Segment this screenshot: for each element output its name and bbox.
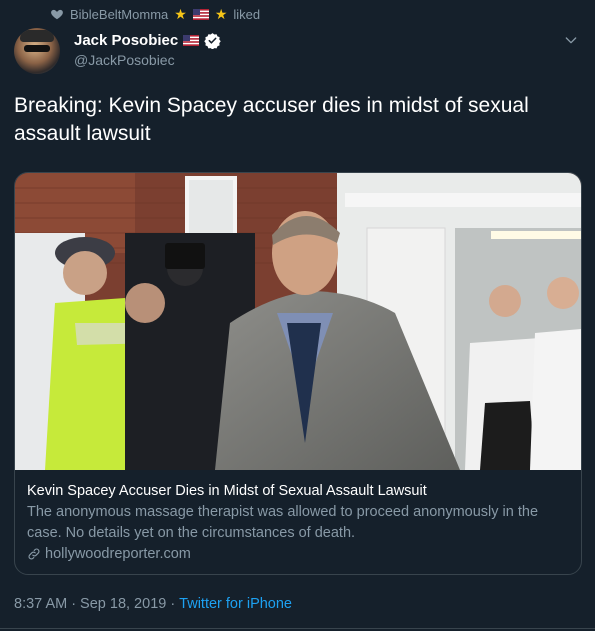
tweet-footer: 8:37 AM · Sep 18, 2019 · Twitter for iPh… (14, 596, 292, 612)
tweet-time[interactable]: 8:37 AM (14, 596, 67, 612)
us-flag-icon (183, 35, 200, 46)
author-handle[interactable]: @JackPosobiec (74, 52, 221, 68)
link-card[interactable]: Kevin Spacey Accuser Dies in Midst of Se… (14, 172, 582, 575)
separator: · (71, 596, 77, 612)
liked-label: liked (233, 6, 261, 22)
card-meta: Kevin Spacey Accuser Dies in Midst of Se… (15, 470, 581, 562)
tweet-text: Breaking: Kevin Spacey accuser dies in m… (14, 94, 529, 145)
avatar[interactable] (14, 28, 60, 74)
verified-badge-icon (204, 33, 221, 49)
us-flag-icon (192, 8, 209, 20)
star-emoji-icon: ★ (214, 6, 228, 22)
separator: · (170, 596, 176, 612)
divider (0, 628, 595, 629)
tweet-date[interactable]: Sep 18, 2019 (80, 596, 166, 612)
star-emoji-icon: ★ (174, 6, 187, 22)
card-description: The anonymous massage therapist was allo… (27, 504, 539, 541)
tweet-header: Jack Posobiec @JackPosobiec (14, 28, 581, 76)
liked-by-user[interactable]: BibleBeltMomma (70, 7, 168, 22)
card-domain-text: hollywoodreporter.com (45, 546, 191, 562)
chevron-down-icon[interactable] (563, 32, 579, 48)
link-icon (28, 548, 40, 560)
author-name[interactable]: Jack Posobiec (74, 32, 178, 49)
card-title[interactable]: Kevin Spacey Accuser Dies in Midst of Se… (27, 482, 568, 501)
author-info: Jack Posobiec @JackPosobiec (74, 32, 221, 68)
card-image[interactable] (15, 173, 581, 470)
heart-icon (51, 9, 63, 20)
tweet-source[interactable]: Twitter for iPhone (179, 596, 292, 612)
card-domain[interactable]: hollywoodreporter.com (27, 546, 568, 562)
social-context: BibleBeltMomma ★ ★ liked (50, 4, 260, 24)
